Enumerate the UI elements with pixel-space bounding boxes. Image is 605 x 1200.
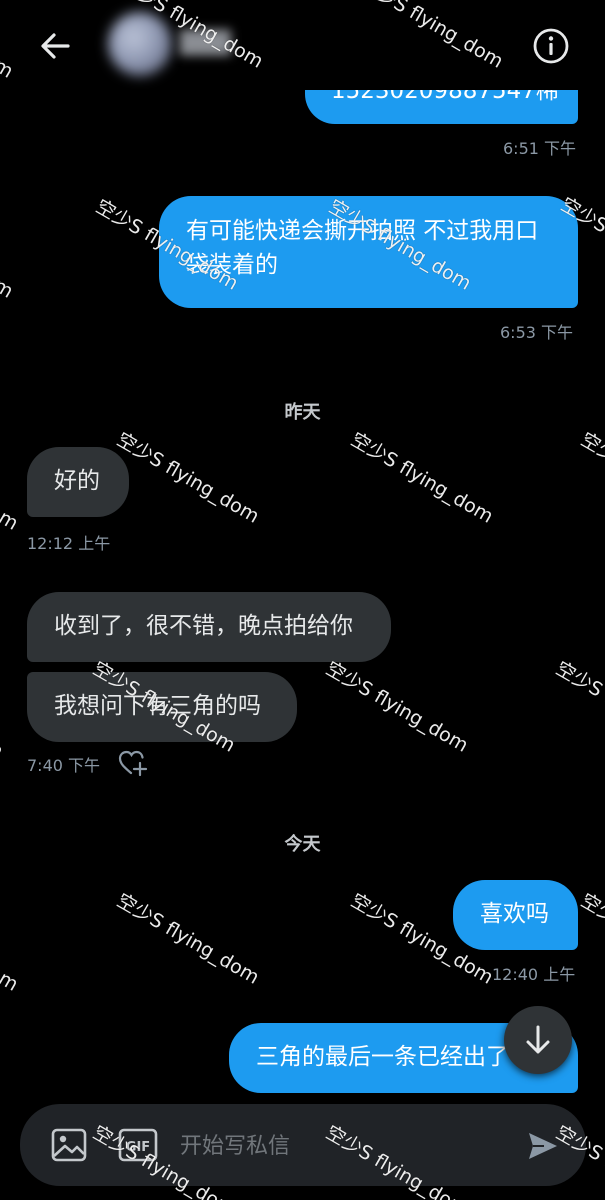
message-timestamp: 7:40 下午 xyxy=(27,756,101,775)
day-separator: 今天 xyxy=(284,834,321,855)
conversation-header: ███ xyxy=(0,0,605,90)
message-timestamp: 6:53 下午 xyxy=(500,323,574,342)
message-bubble-outgoing[interactable]: 有可能快递会撕开拍照 不过我用口 袋装着的 xyxy=(159,196,578,308)
gif-label: GIF xyxy=(126,1140,150,1155)
add-image-button[interactable] xyxy=(50,1126,88,1164)
arrow-down-icon xyxy=(526,1025,550,1054)
watermark: 空少S flying_dom xyxy=(577,428,605,527)
watermark: 空少S flying_dom xyxy=(322,657,472,757)
send-icon xyxy=(529,1133,557,1159)
day-separator: 昨天 xyxy=(284,402,321,423)
message-text-line: 有可能快递会撕开拍照 不过我用口 xyxy=(186,218,539,244)
message-input[interactable] xyxy=(178,1122,512,1170)
message-bubble-outgoing[interactable]: 喜欢吗 xyxy=(453,880,578,950)
message-text: 三角的最后一条已经出了 xyxy=(256,1044,509,1070)
add-gif-button[interactable]: GIF xyxy=(118,1126,158,1164)
watermark: 空少S flying_dom xyxy=(577,889,605,988)
message-text: 我想问下有三角的吗 xyxy=(54,693,261,719)
watermark: 空少S flying_dom xyxy=(0,435,22,535)
contact-avatar[interactable] xyxy=(108,12,172,76)
message-timestamp: 6:51 下午 xyxy=(503,139,577,158)
message-composer: GIF xyxy=(20,1104,586,1186)
message-bubble-incoming[interactable]: 收到了，很不错，晚点拍给你 xyxy=(27,592,391,662)
image-icon xyxy=(51,1128,87,1162)
message-text: 喜欢吗 xyxy=(480,901,549,927)
watermark: 空少S flying_dom xyxy=(113,428,263,528)
add-reaction-button[interactable] xyxy=(118,749,148,777)
message-bubble-incoming[interactable]: 我想问下有三角的吗 xyxy=(27,672,297,742)
send-button[interactable] xyxy=(526,1129,560,1163)
message-timestamp: 12:12 上午 xyxy=(27,534,111,553)
info-button[interactable] xyxy=(531,26,571,66)
scroll-to-bottom-button[interactable] xyxy=(504,1006,572,1074)
message-text-line: 袋装着的 xyxy=(186,252,278,278)
watermark: 空少S flying_dom xyxy=(347,428,497,528)
arrow-left-icon xyxy=(41,33,70,59)
contact-name[interactable]: ███ xyxy=(180,30,231,58)
message-bubble-incoming[interactable]: 好的 xyxy=(27,447,129,517)
heart-plus-icon xyxy=(118,750,148,777)
gif-icon: GIF xyxy=(118,1128,158,1162)
back-button[interactable] xyxy=(36,26,76,66)
message-text: 好的 xyxy=(54,468,100,494)
watermark: 空少S flying_dom xyxy=(552,657,605,757)
watermark: 空少S flying_dom xyxy=(0,896,22,996)
message-text: 收到了，很不错，晚点拍给你 xyxy=(54,613,353,639)
info-circle-icon xyxy=(533,28,569,64)
watermark: 空少S flying_dom xyxy=(0,203,17,303)
watermark: 空少S flying_dom xyxy=(113,889,263,989)
watermark: 空少S flying_dom xyxy=(0,663,7,763)
message-timestamp: 12:40 上午 xyxy=(492,965,576,984)
